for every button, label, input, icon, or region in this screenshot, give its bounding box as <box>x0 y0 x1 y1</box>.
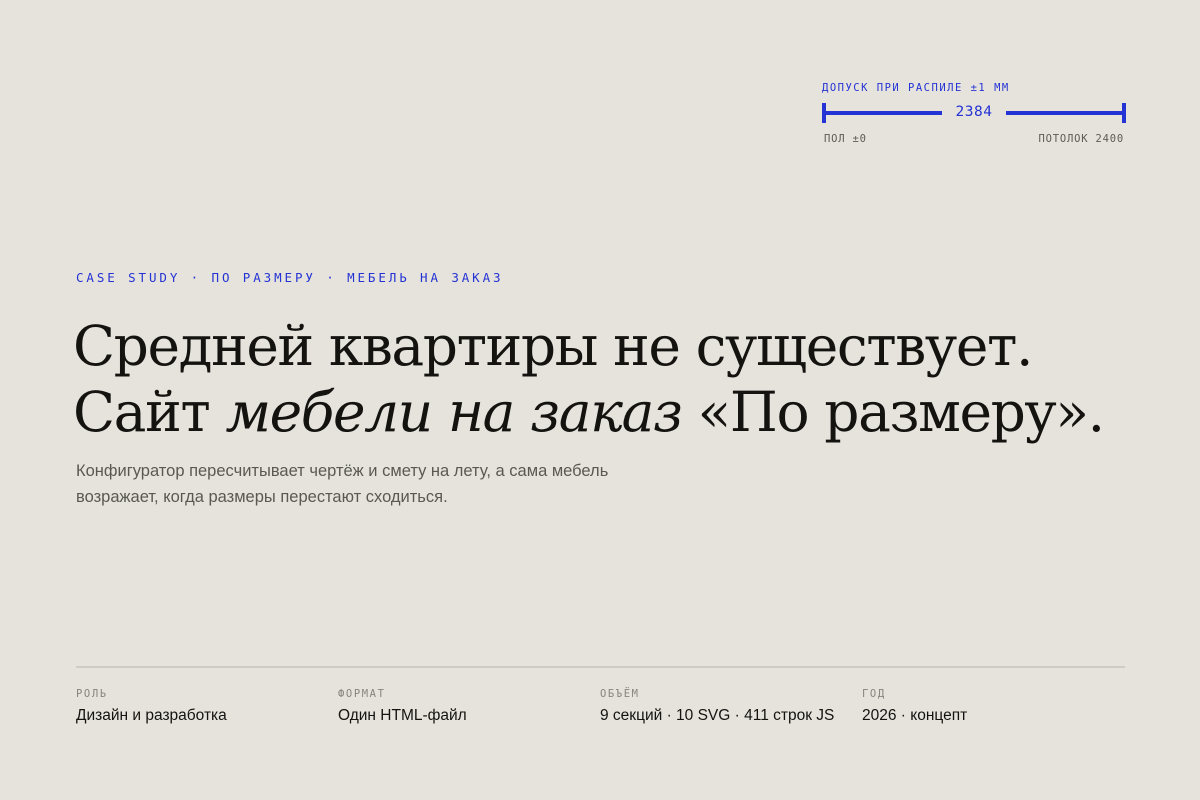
tolerance-caption: ДОПУСК ПРИ РАСПИЛЕ ±1 ММ <box>822 82 1010 94</box>
headline-line-1: Средней квартиры не существует. <box>73 314 1033 378</box>
meta-label: ГОД <box>862 688 886 700</box>
meta-value: Дизайн и разработка <box>76 707 227 724</box>
dimension-right-cap <box>1122 103 1126 123</box>
ceiling-label: ПОТОЛОК 2400 <box>1038 133 1124 145</box>
dimension-value: 2384 <box>955 104 993 120</box>
dimension-bar: 2384 <box>822 103 1128 123</box>
headline-line-2-start: Сайт <box>73 380 226 444</box>
meta-year: ГОД 2026 · концепт <box>862 688 1124 725</box>
meta-label: ФОРМАТ <box>338 688 386 700</box>
meta-value: 2026 · концепт <box>862 707 968 724</box>
dimension-line-right <box>1006 111 1124 115</box>
divider <box>76 666 1125 668</box>
lead-paragraph: Конфигуратор пересчитывает чертёж и смет… <box>76 462 609 506</box>
meta-role: РОЛЬ Дизайн и разработка <box>76 688 338 725</box>
dimension-labels: ПОЛ ±0 ПОТОЛОК 2400 <box>822 133 1128 147</box>
meta-value: 9 секций · 10 SVG · 411 строк JS <box>600 707 835 724</box>
eyebrow-tagline: CASE STUDY · ПО РАЗМЕРУ · МЕБЕЛЬ НА ЗАКА… <box>76 270 504 285</box>
headline-line-2-italic: мебели на заказ <box>225 380 683 444</box>
page-headline: Средней квартиры не существует. Сайт мебе… <box>73 313 1105 445</box>
meta-volume: ОБЪЁМ 9 секций · 10 SVG · 411 строк JS <box>600 688 862 725</box>
floor-label: ПОЛ ±0 <box>824 133 867 145</box>
dimension-line-left <box>824 111 942 115</box>
meta-label: ОБЪЁМ <box>600 688 640 700</box>
tolerance-dimension-widget: ДОПУСК ПРИ РАСПИЛЕ ±1 ММ 2384 ПОЛ ±0 ПОТ… <box>822 82 1128 147</box>
meta-value: Один HTML-файл <box>338 707 467 724</box>
meta-format: ФОРМАТ Один HTML-файл <box>338 688 600 725</box>
meta-label: РОЛЬ <box>76 688 108 700</box>
headline-line-2-end: «По размеру». <box>681 380 1105 444</box>
